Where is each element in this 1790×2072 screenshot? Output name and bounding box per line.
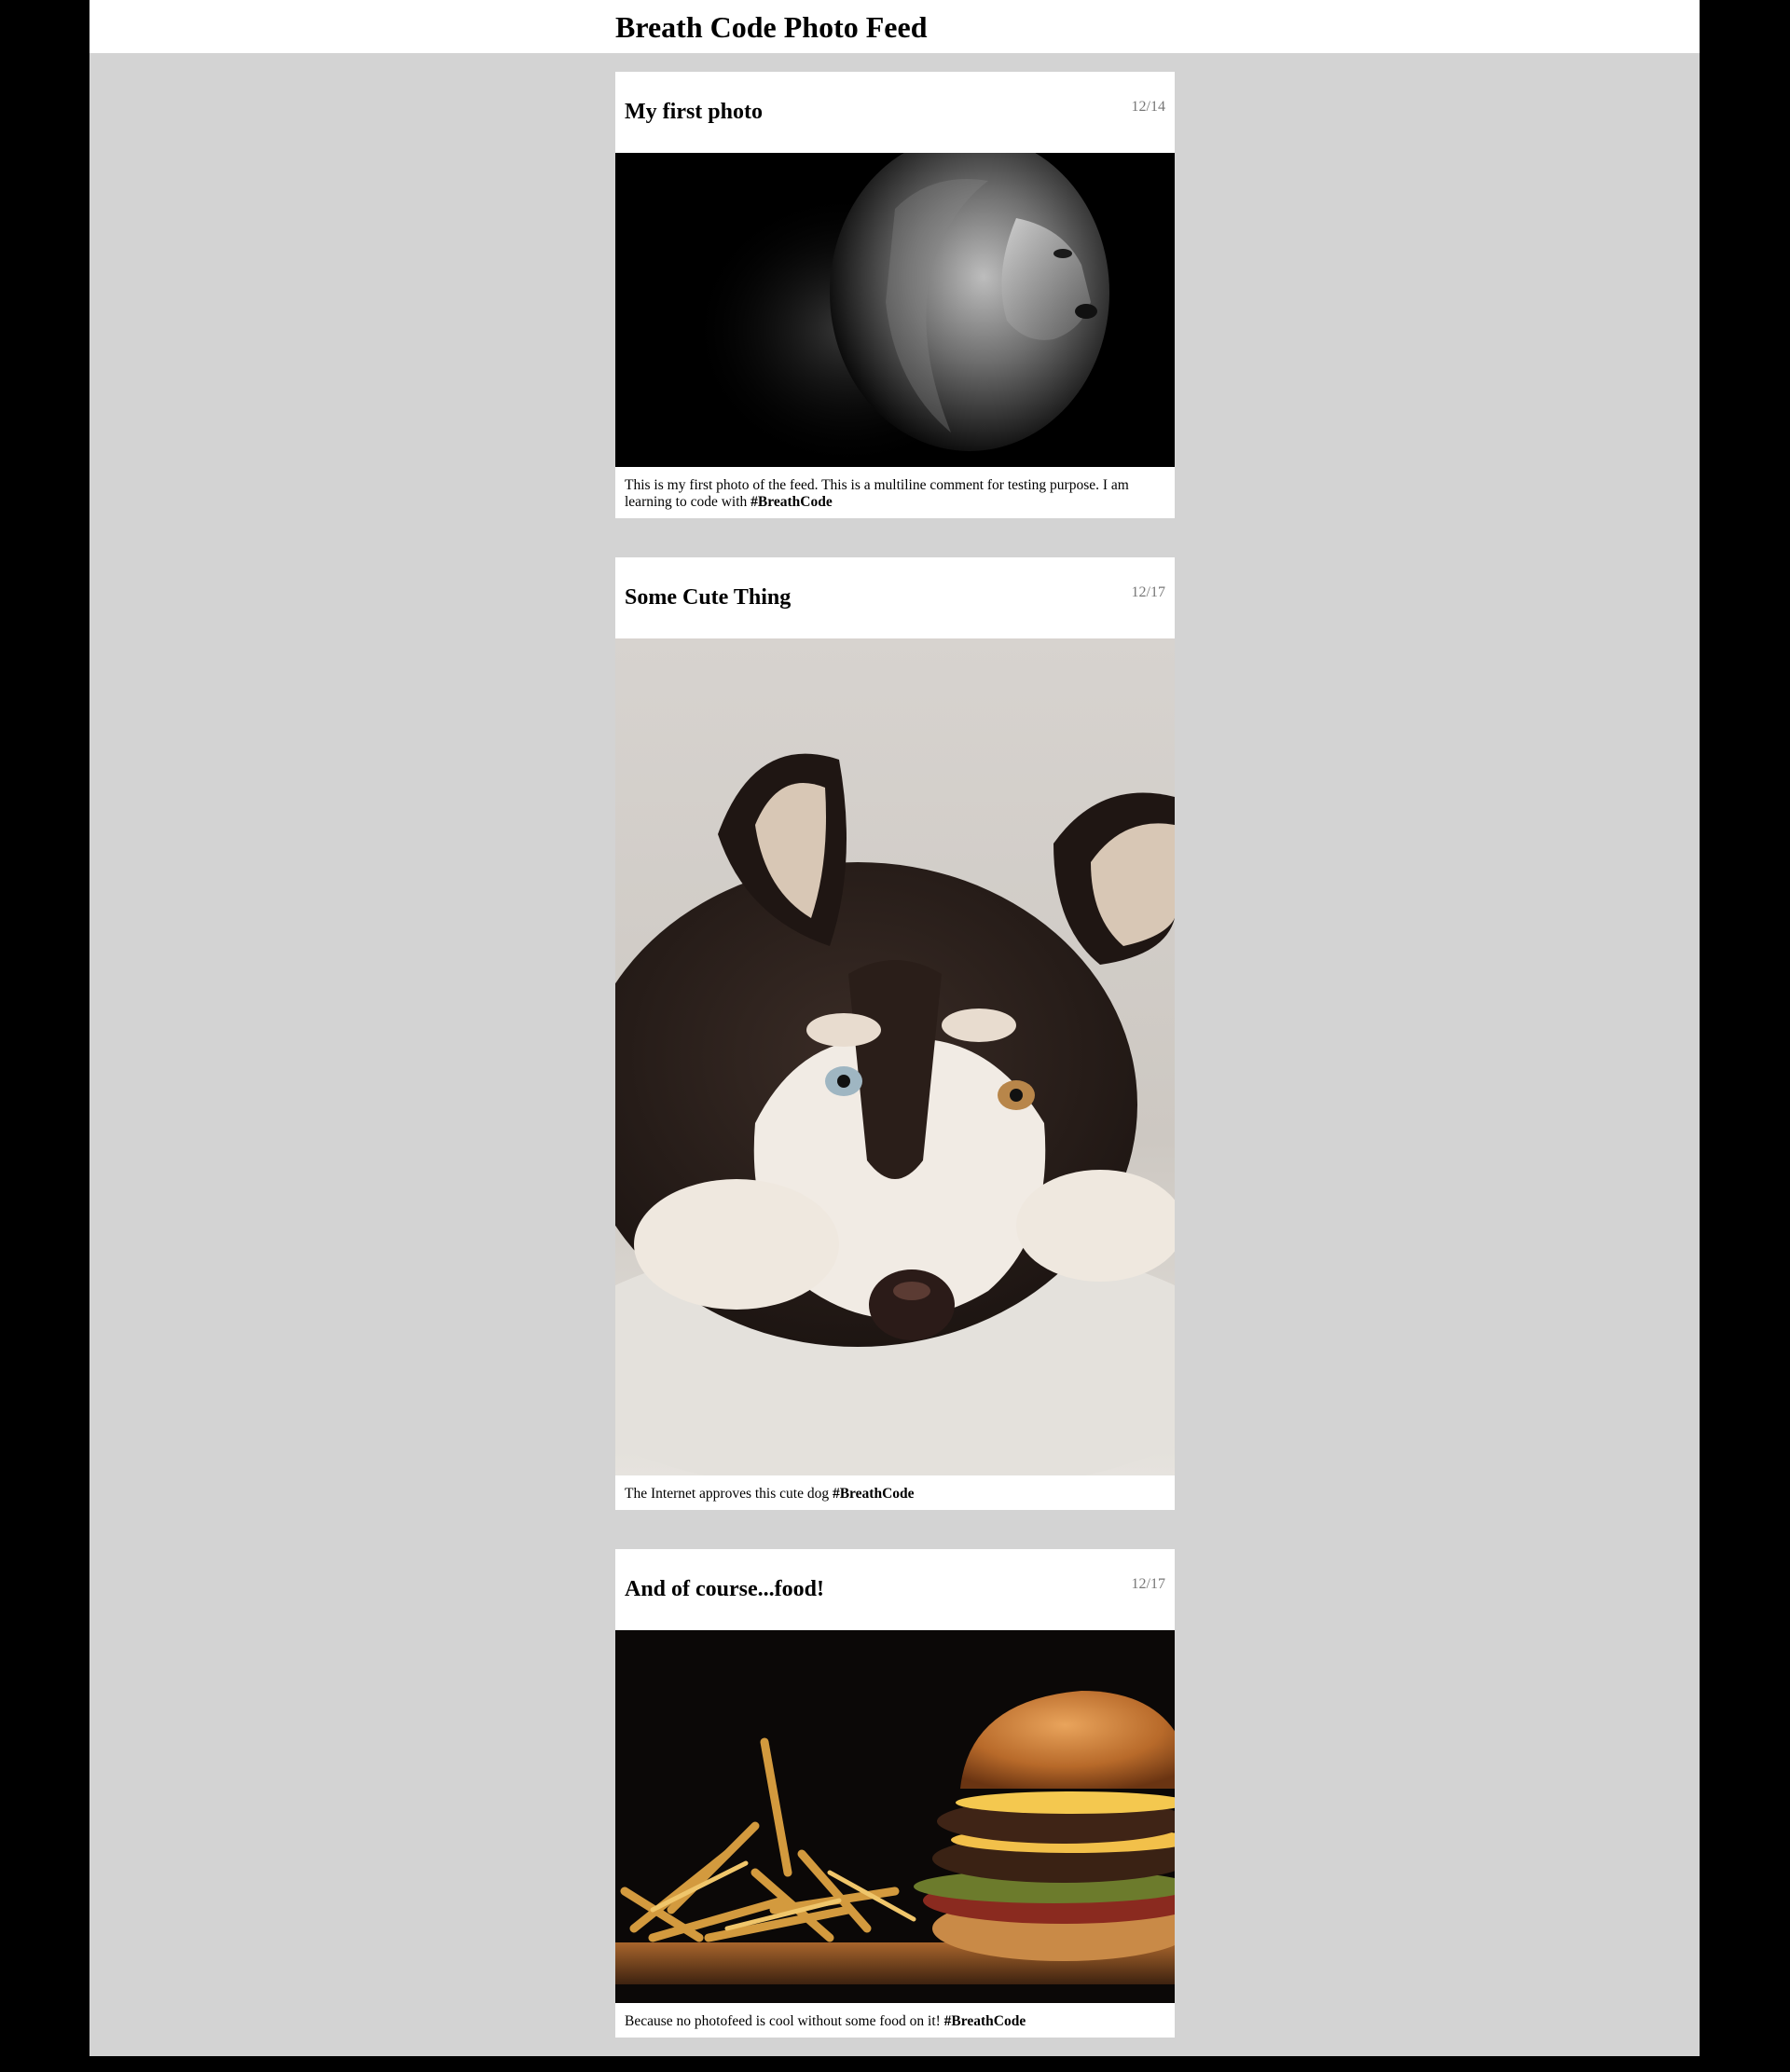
post-title: Some Cute Thing — [625, 585, 792, 610]
post-card: My first photo 12/14 This is my first ph… — [615, 72, 1175, 518]
post-date: 12/17 — [1131, 584, 1165, 600]
post-photo-burger[interactable] — [615, 1630, 1175, 2003]
hashtag-link[interactable]: #BreathCode — [944, 2013, 1026, 2029]
post-card: Some Cute Thing 12/17 The Internet appro… — [615, 557, 1175, 1510]
post-header: Some Cute Thing 12/17 — [615, 557, 1175, 638]
post-title: And of course...food! — [625, 1577, 824, 1601]
post-card: And of course...food! 12/17 Because no p… — [615, 1549, 1175, 2038]
post-date: 12/17 — [1131, 1576, 1165, 1592]
post-header: My first photo 12/14 — [615, 72, 1175, 153]
post-caption: This is my first photo of the feed. This… — [625, 477, 1129, 510]
post-title: My first photo — [625, 100, 763, 124]
post-photo-lion[interactable] — [615, 153, 1175, 467]
post-caption: The Internet approves this cute dog #Bre… — [625, 1486, 915, 1502]
site-title: Breath Code Photo Feed — [615, 10, 928, 44]
top-header: Breath Code Photo Feed — [90, 0, 1700, 53]
post-photo-husky[interactable] — [615, 638, 1175, 1475]
page-viewport: Breath Code Photo Feed My first photo 12… — [90, 0, 1700, 2056]
post-header: And of course...food! 12/17 — [615, 1549, 1175, 1630]
hashtag-link[interactable]: #BreathCode — [833, 1486, 915, 1502]
hashtag-link[interactable]: #BreathCode — [750, 494, 833, 510]
post-caption: Because no photofeed is cool without som… — [625, 2013, 1026, 2029]
post-date: 12/14 — [1131, 99, 1165, 115]
